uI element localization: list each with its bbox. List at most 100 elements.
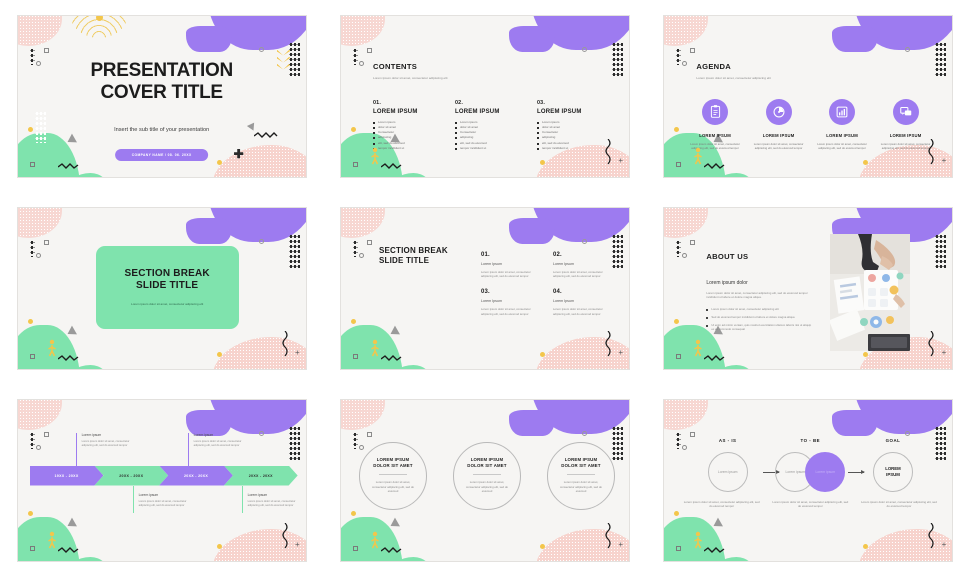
purple-blob-decor [508,207,629,244]
pink-blob-decor [340,15,385,46]
agenda-item[interactable]: LOREM IPSUM Lorem ipsum dolor sit amet, … [813,98,871,151]
section-break-list-slide[interactable]: + SECTION BREAK SLIDE TITLE 01. Lorem Ip… [339,206,630,370]
square-outline-decor [676,545,682,551]
pink-blob-decor [17,207,62,238]
divider [472,474,501,476]
goal-label-line1: LOREM [885,465,901,471]
square-outline-decor [29,353,35,359]
square-outline-decor [366,239,372,245]
circle-outline-decor [35,444,41,450]
dot-grid-decor [935,425,947,460]
timeline-step[interactable]: 20XX - 20XX [159,466,233,486]
contents-list: Lorem ipsum dolor sit amet Consectetur a… [454,120,523,152]
about-bullets: Lorem ipsum dolor sit amet, consectetur … [706,307,811,331]
contents-columns: 01. LOREM IPSUM Lorem ipsum dolor sit am… [372,100,605,152]
plus-decor: + [941,539,947,549]
yellow-arcs-decor [866,207,925,228]
list-item: tempor incididunt ut [454,146,523,151]
pink-hill-decor [858,528,953,561]
slide-cell-5: + SECTION BREAK SLIDE TITLE 01. Lorem Ip… [323,192,646,384]
section-subtitle: Lorem ipsum dolor sit amet, consectetur … [131,302,204,307]
timeline-slide[interactable]: + Lorem ipsum Lorem ipsum dolor sit amet… [16,398,307,562]
zigzag-decor [380,162,403,170]
agenda-item-text: Lorem ipsum dolor sit amet, consectetur … [690,141,740,150]
agenda-items: LOREM IPSUM Lorem ipsum dolor sit amet, … [686,98,935,151]
green-blob-decor [340,516,433,561]
company-name-button[interactable]: COMPANY NAME / 08. 06. 20XX [114,148,209,161]
about-us-body: Lorem ipsum dolor Lorem ipsum dolor sit … [706,280,811,335]
square-outline-decor [43,47,49,53]
page-title: CONTENTS [372,61,418,71]
circle-outline-decor [358,60,364,66]
pink-hill-decor [534,528,629,561]
person-figure-decor [693,531,703,549]
agenda-item[interactable]: LOREM IPSUM Lorem ipsum dolor sit amet, … [750,98,808,151]
timeline-step-label: 19XX - 20XX [54,473,79,478]
agenda-item[interactable]: LOREM IPSUM Lorem ipsum dolor sit amet, … [877,98,935,151]
zigzag-decor [704,162,726,170]
yellow-dot-decor [216,543,222,549]
pink-blob-decor [340,207,385,238]
triangle-decor [64,133,77,146]
yellow-arcs-decor [542,399,601,420]
slide-cell-7: + Lorem ipsum Lorem ipsum dolor sit amet… [0,384,323,576]
stage-header-to-be: TO - BE [800,437,821,443]
circle-card-title: LOREM IPSUM DOLOR SIT AMET [373,457,412,469]
timeline-step[interactable]: 20XX - 20XX [224,466,298,486]
green-blob-decor [17,132,110,177]
timeline-step[interactable]: 19XX - 20XX [30,466,104,486]
timeline-connector [75,432,77,466]
circle-card[interactable]: LOREM IPSUM DOLOR SIT AMET Lorem ipsum d… [452,441,521,510]
slide-cell-6: + ABOUT US Lorem ipsum dolor Lorem ipsum… [647,192,970,384]
square-outline-decor [366,47,372,53]
agenda-item[interactable]: LOREM IPSUM Lorem ipsum dolor sit amet, … [686,98,744,151]
yellow-arcs-decor [542,15,601,36]
plus-decor: + [294,347,300,357]
purple-blob-decor [185,399,306,436]
contents-slide[interactable]: + CONTENTS Lorem ipsum dolor sit amet, c… [339,14,630,178]
purple-blob-decor [508,15,629,52]
page-title: SECTION BREAK SLIDE TITLE [379,246,448,267]
stage-circle-as-is[interactable]: Lorem ipsum [707,451,748,492]
person-figure-decor [47,531,57,549]
stage-header-as-is: AS - IS [718,437,737,443]
agenda-slide[interactable]: + AGENDA Lorem ipsum dolor sit amet, con… [663,14,954,178]
stage-circle-goal[interactable]: LOREM IPSUM [872,451,913,492]
circle-outline-decor [258,46,264,52]
person-figure-decor [47,339,57,357]
green-blob-decor [340,324,433,369]
stage-circle-to-be-highlight[interactable]: Lorem ipsum [805,451,846,492]
item-number: 01. [480,251,490,258]
triangle-decor [64,325,77,338]
presentation-cover-slide[interactable]: ✚ PRESENTATION COVER TITLE Insert the su… [16,14,307,178]
stage-texts: Lorem ipsum dolor sit amet, consectetur … [682,500,938,510]
chat-icon [892,98,919,125]
item-number: 04. [552,289,562,295]
zigzag-decor [704,546,726,554]
agenda-item-text: Lorem ipsum dolor sit amet, consectetur … [880,141,931,150]
square-outline-decor [690,431,696,437]
section-break-slide[interactable]: + SECTION BREAK SLIDE TITLE Lorem ipsum … [16,206,307,370]
timeline-step-label: 20XX - 20XX [248,473,273,478]
timeline-step[interactable]: 20XX - 20XX [94,466,168,486]
zigzag-decor [253,131,278,139]
cover-subtitle: Insert the sub title of your presentatio… [114,126,210,133]
squiggle-decor [280,330,290,357]
yellow-dot-decor [674,318,680,324]
about-us-slide[interactable]: + ABOUT US Lorem ipsum dolor Lorem ipsum… [663,206,954,370]
as-is-to-be-goal-slide[interactable]: + AS - IS TO - BE GOAL Lorem ipsum Lorem… [663,398,954,562]
timeline-note: Lorem ipsum Lorem ipsum dolor sit amet, … [248,493,302,509]
list-item: tempor incididunt ut [372,146,441,151]
agenda-item-label: LOREM IPSUM [889,132,922,138]
dot-grid-decor [611,233,623,268]
circle-card-title: LOREM IPSUM DOLOR SIT AMET [561,457,600,469]
three-circles-slide[interactable]: + LOREM IPSUM DOLOR SIT AMET Lorem ipsum… [339,398,630,562]
circle-card[interactable]: LOREM IPSUM DOLOR SIT AMET Lorem ipsum d… [546,441,615,510]
dot-grid-decor [288,425,300,460]
agenda-item-label: LOREM IPSUM [826,132,858,138]
squiggle-decor [280,522,290,549]
circle-card[interactable]: LOREM IPSUM DOLOR SIT AMET Lorem ipsum d… [358,441,427,510]
yellow-dot-decor [216,159,222,165]
pink-hill-decor [534,336,629,369]
zigzag-decor [57,162,80,170]
